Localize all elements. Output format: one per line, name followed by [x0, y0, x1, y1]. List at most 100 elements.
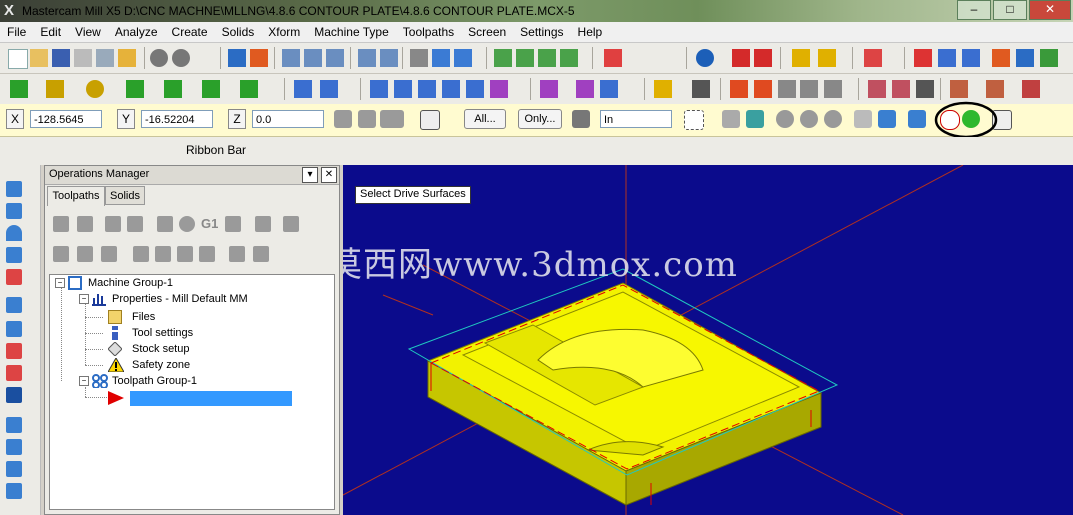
x-coordinate-field[interactable]: -128.5645: [30, 110, 102, 128]
select-only-button[interactable]: Only...: [518, 109, 562, 129]
tree-stock-setup[interactable]: Stock setup: [132, 342, 189, 356]
menu-edit[interactable]: Edit: [33, 22, 68, 39]
left-tool-5-icon[interactable]: [6, 269, 22, 285]
grid-select-icon[interactable]: [730, 80, 748, 98]
sigma-icon[interactable]: [1016, 49, 1034, 67]
highfeed-icon[interactable]: [225, 216, 241, 232]
grid-icon[interactable]: [962, 49, 980, 67]
arc-select-icon[interactable]: [878, 110, 896, 128]
menu-toolpaths[interactable]: Toolpaths: [396, 22, 461, 39]
xform-roll-icon[interactable]: [600, 80, 618, 98]
toggle-display-icon[interactable]: [77, 246, 93, 262]
ops-help-icon[interactable]: [283, 216, 299, 232]
tree-machine-group[interactable]: Machine Group-1: [88, 276, 173, 290]
left-tool-3-icon[interactable]: [6, 225, 22, 241]
xform-mirror-icon[interactable]: [394, 80, 412, 98]
trim-icon[interactable]: [294, 80, 312, 98]
cube-top-icon[interactable]: [494, 49, 512, 67]
regen-selected-icon[interactable]: [105, 216, 121, 232]
tree-toolpath-group[interactable]: Toolpath Group-1: [112, 374, 197, 388]
verify-icon[interactable]: [868, 80, 886, 98]
spline-icon[interactable]: [202, 80, 220, 98]
xform-translate-icon[interactable]: [370, 80, 388, 98]
cube-iso-icon[interactable]: [560, 49, 578, 67]
menu-settings[interactable]: Settings: [513, 22, 570, 39]
solid-extrude-icon[interactable]: [240, 80, 258, 98]
zoom-selected-icon[interactable]: [358, 49, 376, 67]
post-icon[interactable]: [950, 80, 968, 98]
circle-icon[interactable]: [86, 80, 104, 98]
xform-stretch-icon[interactable]: [540, 80, 558, 98]
surface-select-1-icon[interactable]: [776, 110, 794, 128]
line-icon[interactable]: [46, 80, 64, 98]
redo-icon[interactable]: [172, 49, 190, 67]
box-icon[interactable]: [916, 80, 934, 98]
menu-analyze[interactable]: Analyze: [108, 22, 165, 39]
bottle-icon[interactable]: [1022, 80, 1040, 98]
screen-regen-icon[interactable]: [410, 49, 428, 67]
fit-icon[interactable]: [250, 49, 268, 67]
machine-icon[interactable]: [824, 80, 842, 98]
y-coordinate-label[interactable]: Y: [117, 109, 135, 129]
fillet-icon[interactable]: [126, 80, 144, 98]
verify-select-icon[interactable]: [746, 110, 764, 128]
surface-icon[interactable]: [992, 49, 1010, 67]
xform-scale-icon[interactable]: [442, 80, 460, 98]
zoom-window-icon[interactable]: [282, 49, 300, 67]
dimension-icon[interactable]: [654, 80, 672, 98]
d-shape-icon[interactable]: [778, 80, 796, 98]
regen-dirty-icon[interactable]: [127, 216, 143, 232]
help-cursor-icon[interactable]: [914, 49, 932, 67]
xform-project-icon[interactable]: [490, 80, 508, 98]
only-display-icon[interactable]: [229, 246, 245, 262]
left-tool-14-icon[interactable]: [6, 483, 22, 499]
note-icon[interactable]: [692, 80, 710, 98]
tree-safety-zone[interactable]: Safety zone: [132, 358, 190, 372]
left-tool-13-icon[interactable]: [6, 461, 22, 477]
menu-xform[interactable]: Xform: [261, 22, 307, 39]
menu-solids[interactable]: Solids: [215, 22, 262, 39]
list-icon[interactable]: [754, 80, 772, 98]
print-preview-icon[interactable]: [96, 49, 114, 67]
point-icon[interactable]: [10, 80, 28, 98]
undo-icon[interactable]: [150, 49, 168, 67]
surface-select-3-icon[interactable]: [824, 110, 842, 128]
z-coordinate-field[interactable]: 0.0: [252, 110, 324, 128]
backplot-op-icon[interactable]: [157, 216, 173, 232]
save-icon[interactable]: [52, 49, 70, 67]
select-all-button[interactable]: All...: [464, 109, 506, 129]
tree-tool-settings[interactable]: Tool settings: [132, 326, 193, 340]
tree-files[interactable]: Files: [132, 310, 155, 324]
menu-help[interactable]: Help: [571, 22, 610, 39]
selection-mode-dropdown[interactable]: In: [600, 110, 672, 128]
run-add-in-icon[interactable]: [1040, 49, 1058, 67]
move-down-icon[interactable]: [133, 246, 149, 262]
menu-view[interactable]: View: [68, 22, 108, 39]
ribbon-help-icon[interactable]: [420, 110, 440, 130]
left-tool-12-icon[interactable]: [6, 439, 22, 455]
new-operation-rename-field[interactable]: [130, 391, 292, 406]
links-icon[interactable]: [253, 246, 269, 262]
select-all-ops-icon[interactable]: [53, 216, 69, 232]
left-tool-9-icon[interactable]: [6, 365, 22, 381]
zoom-in-icon[interactable]: [304, 49, 322, 67]
selection-mode-icon[interactable]: [572, 110, 590, 128]
menu-file[interactable]: File: [0, 22, 33, 39]
pan-icon[interactable]: [228, 49, 246, 67]
delete-ops-icon[interactable]: [255, 216, 271, 232]
surface-select-2-icon[interactable]: [800, 110, 818, 128]
menu-create[interactable]: Create: [165, 22, 215, 39]
collapse-properties-icon[interactable]: −: [79, 294, 89, 304]
print-icon[interactable]: [74, 49, 92, 67]
shade-icon[interactable]: [432, 49, 450, 67]
solid-select-icon[interactable]: [854, 110, 872, 128]
unzoom-icon[interactable]: [380, 49, 398, 67]
solid-view-icon[interactable]: [604, 49, 622, 67]
ops-manager-dropdown-icon[interactable]: ▾: [302, 167, 318, 183]
left-tool-2-icon[interactable]: [6, 203, 22, 219]
left-tool-4-icon[interactable]: [6, 247, 22, 263]
x-coordinate-label[interactable]: X: [6, 109, 24, 129]
left-tool-11-icon[interactable]: [6, 417, 22, 433]
menu-screen[interactable]: Screen: [461, 22, 513, 39]
sphere-icon[interactable]: [696, 49, 714, 67]
